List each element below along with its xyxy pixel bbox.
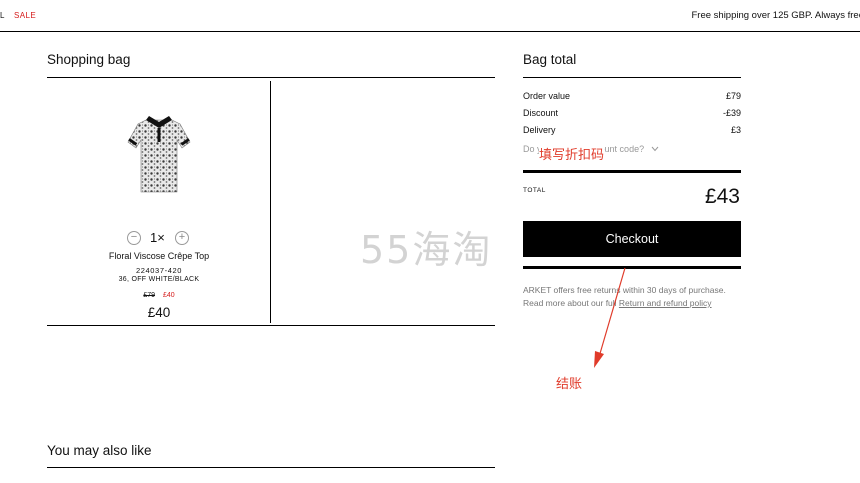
returns-info: ARKET offers free returns within 30 days… [523,284,733,310]
original-price: £79 [143,292,156,299]
delivery-label: Delivery [523,125,556,135]
order-value-label: Order value [523,91,571,101]
total-value: £43 [704,185,740,208]
product-prices: £79 £40 [47,292,271,299]
quantity-value: 1× [150,230,165,245]
bag-total-title: Bag total [523,52,577,67]
watermark: 55海淘 [360,228,493,272]
annotation-checkout-hint: 结账 [556,377,583,392]
shipping-banner: Free shipping over 125 GBP. Always free [691,10,860,21]
column-divider [270,81,271,323]
order-value-amount: £79 [725,91,741,101]
discount-amount: -£39 [722,108,741,118]
divider [523,266,741,269]
nav-item-sale[interactable]: SALE [14,11,36,20]
divider [523,77,741,78]
final-price: £40 [147,305,171,320]
return-policy-link[interactable]: Return and refund policy [619,298,712,308]
delivery-amount: £3 [730,125,741,135]
discount-label: Discount [523,108,559,118]
annotation-discount-hint: 填写折扣码 [539,144,605,163]
chevron-down-icon [651,144,659,154]
plus-icon[interactable]: + [175,231,189,245]
divider [47,77,495,78]
product-image[interactable] [126,112,192,194]
top-bar: L SALE Free shipping over 125 GBP. Alway… [0,0,860,32]
product-sku: 224037-420 [135,266,183,275]
minus-icon[interactable]: − [127,231,141,245]
sale-price: £40 [162,292,175,299]
product-variant: 36, OFF WHITE/BLACK [118,276,200,283]
also-like-title: You may also like [47,443,152,458]
shopping-bag-title: Shopping bag [47,52,131,67]
checkout-button[interactable]: Checkout [523,221,741,257]
divider [47,467,495,468]
divider [523,170,741,173]
nav-item-cut[interactable]: L [0,11,5,20]
divider [47,325,495,326]
quantity-stepper: − 1× + [127,231,191,245]
product-name[interactable]: Floral Viscose Crêpe Top [47,251,271,261]
total-label: TOTAL [523,187,546,194]
